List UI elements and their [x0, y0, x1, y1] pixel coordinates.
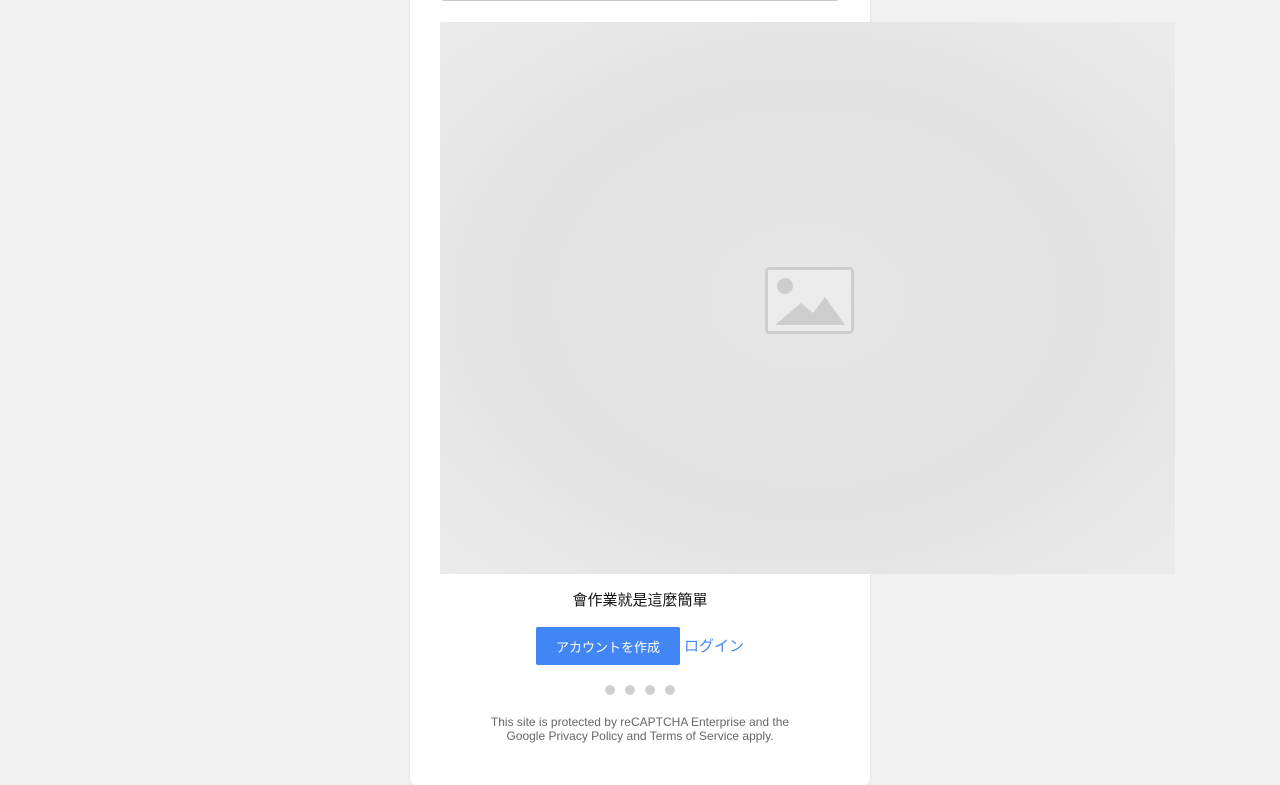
- image-placeholder-icon: [765, 267, 854, 334]
- carousel-dots: [440, 685, 840, 695]
- privacy-policy-link[interactable]: Privacy Policy: [549, 729, 624, 743]
- recaptcha-notice: This site is protected by reCAPTCHA Ente…: [440, 715, 840, 743]
- top-input-field-edge[interactable]: [440, 0, 840, 1]
- google-label: Google: [506, 729, 546, 743]
- carousel-dot-1[interactable]: [605, 685, 615, 695]
- login-link[interactable]: ログイン: [684, 635, 744, 656]
- apply-label: apply.: [742, 729, 774, 743]
- create-account-button[interactable]: アカウントを作成: [535, 627, 680, 665]
- carousel-dot-2[interactable]: [625, 685, 635, 695]
- recaptcha-line-1: This site is protected by reCAPTCHA Ente…: [490, 715, 790, 729]
- terms-of-service-link[interactable]: Terms of Service: [650, 729, 739, 743]
- recaptcha-line-2: Google Privacy Policy and Terms of Servi…: [440, 729, 840, 743]
- action-row: アカウントを作成 ログイン: [440, 627, 840, 665]
- carousel-dot-4[interactable]: [665, 685, 675, 695]
- and-label: and: [626, 729, 647, 743]
- carousel-dot-3[interactable]: [645, 685, 655, 695]
- slide-caption: 會作業就是這麼簡單: [572, 591, 708, 609]
